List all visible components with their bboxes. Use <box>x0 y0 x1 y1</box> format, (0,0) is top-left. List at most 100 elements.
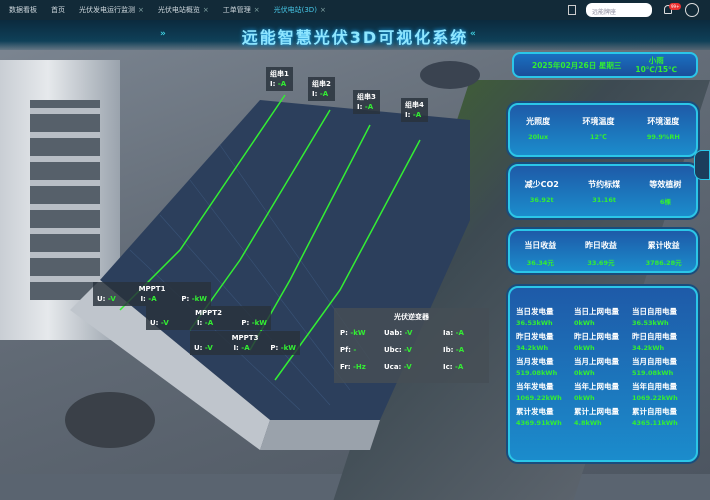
income-panel: 当日收益 36.34元 昨日收益 33.69元 累计收益 3786.28元 <box>508 229 698 273</box>
energy-stat: 当年上网电量 0kWh <box>574 381 632 402</box>
stat-value: 20lux <box>528 133 549 141</box>
energy-stat: 当日自用电量 36.53kWh <box>632 306 690 327</box>
string-tag-3[interactable]: 组串3 I: -A <box>353 90 380 114</box>
eco-stat: 减少CO2 36.92t <box>525 179 559 206</box>
mppt-tag-3[interactable]: MPPT3 U: -V I: -A P: -kW <box>190 331 300 355</box>
nav-data-board[interactable]: 数据看板 <box>9 5 37 15</box>
stat-label: 当日发电量 <box>516 307 554 316</box>
energy-stat: 当月发电量 519.08kWh <box>516 356 574 377</box>
income-stat: 昨日收益 33.69元 <box>585 240 617 267</box>
inverter-metric: Ic: -A <box>443 363 464 371</box>
stat-value: 0kWh <box>574 344 595 352</box>
nav-home[interactable]: 首页 <box>51 5 65 15</box>
stat-label: 光照度 <box>526 117 551 126</box>
notification-badge: 99+ <box>669 3 682 10</box>
stat-label: 昨日发电量 <box>516 332 554 341</box>
stat-value: 34.2kWh <box>632 344 665 352</box>
stat-label: 当月上网电量 <box>574 357 619 366</box>
env-stat: 光照度 20lux <box>526 116 550 141</box>
inverter-metric: Pf: - <box>340 346 357 354</box>
inverter-metric: Fr: -Hz <box>340 363 366 371</box>
stat-label: 当年上网电量 <box>574 382 619 391</box>
mppt-tag-1[interactable]: MPPT1 U: -V I: -A P: -kW <box>93 282 211 306</box>
energy-stat: 累计自用电量 4365.11kWh <box>632 406 690 427</box>
stat-value: 34.2kWh <box>516 344 549 352</box>
string-tag-2[interactable]: 组串2 I: -A <box>308 77 335 101</box>
stat-value: 36.53kWh <box>516 319 553 327</box>
energy-panel: 当日发电量 36.53kWh 当日上网电量 0kWh 当日自用电量 36.53kWh 昨日发… <box>508 286 698 462</box>
stat-label: 昨日上网电量 <box>574 332 619 341</box>
inverter-metric: Ubc: -V <box>384 346 412 354</box>
stat-value: 36.53kWh <box>632 319 669 327</box>
avatar[interactable] <box>685 3 699 17</box>
inverter-metric: Uca: -V <box>384 363 412 371</box>
close-icon[interactable]: × <box>138 6 144 14</box>
stat-label: 累计上网电量 <box>574 407 619 416</box>
stat-label: 当日收益 <box>524 241 557 250</box>
stat-label: 当月自用电量 <box>632 357 677 366</box>
stat-value: 31.16t <box>592 196 616 204</box>
string-tag-1[interactable]: 组串1 I: -A <box>266 67 293 91</box>
document-icon[interactable] <box>568 5 576 15</box>
stat-label: 当年发电量 <box>516 382 554 391</box>
stat-value: 3786.28元 <box>645 259 682 267</box>
stat-label: 减少CO2 <box>524 180 559 189</box>
stat-value: 4.8kWh <box>574 419 602 427</box>
inverter-row: P: -kW Uab: -V Ia: -A <box>340 328 483 338</box>
inverter-row: Pf: - Ubc: -V Ib: -A <box>340 345 483 355</box>
string-tag-4[interactable]: 组串4 I: -A <box>401 98 428 122</box>
energy-stat: 累计上网电量 4.8kWh <box>574 406 632 427</box>
eco-stat: 节约标煤 31.16t <box>588 179 620 206</box>
stat-value: 6棵 <box>659 198 671 206</box>
inverter-metric: P: -kW <box>340 329 366 337</box>
stat-label: 累计发电量 <box>516 407 554 416</box>
mppt-tag-2[interactable]: MPPT2 U: -V I: -A P: -kW <box>146 306 271 330</box>
tab-pv-monitor[interactable]: 光伏发电运行监测 × <box>79 5 144 15</box>
energy-stat: 昨日发电量 34.2kWh <box>516 331 574 352</box>
stat-value: 0kWh <box>574 369 595 377</box>
tab-work-orders[interactable]: 工单管理 × <box>223 5 260 15</box>
chevron-left-icon: « <box>470 29 476 39</box>
search-input[interactable]: 远能牌座 <box>586 3 652 17</box>
stat-value: 0kWh <box>574 319 595 327</box>
date-weather-box: 2025年02月26日 星期三 小雨 10℃/15℃ <box>512 52 698 78</box>
energy-stat: 昨日上网电量 0kWh <box>574 331 632 352</box>
eco-stat: 等效植树 6棵 <box>649 179 681 206</box>
energy-stat: 累计发电量 4369.91kWh <box>516 406 574 427</box>
close-icon[interactable]: × <box>254 6 260 14</box>
stat-label: 节约标煤 <box>588 180 621 189</box>
stat-value: 4365.11kWh <box>632 419 678 427</box>
inverter-metric: Uab: -V <box>384 329 413 337</box>
tab-pv-3d[interactable]: 光伏电站(3D) × <box>274 5 326 15</box>
energy-stat: 当年发电量 1069.22kWh <box>516 381 574 402</box>
eco-panel: 减少CO2 36.92t 节约标煤 31.16t 等效植树 6棵 <box>508 164 698 218</box>
stat-label: 累计收益 <box>647 241 680 250</box>
stat-value: 4369.91kWh <box>516 419 562 427</box>
stat-label: 当月发电量 <box>516 357 554 366</box>
weather: 小雨 10℃/15℃ <box>635 56 678 74</box>
inverter-row: Fr: -Hz Uca: -V Ic: -A <box>340 362 483 372</box>
stat-value: 519.08kWh <box>516 369 558 377</box>
env-stat: 环境湿度 99.9%RH <box>647 116 680 141</box>
env-panel: 光照度 20lux 环境温度 12℃ 环境湿度 99.9%RH <box>508 103 698 157</box>
page-title: 远能智慧光伏3D可视化系统 <box>241 28 469 47</box>
grid-menu-icon[interactable] <box>694 150 710 180</box>
inverter-metric: Ib: -A <box>443 346 465 354</box>
stat-label: 昨日自用电量 <box>632 332 677 341</box>
stat-label: 昨日收益 <box>584 241 617 250</box>
stat-value: 12℃ <box>590 133 607 141</box>
close-icon[interactable]: × <box>203 6 209 14</box>
close-icon[interactable]: × <box>320 6 326 14</box>
inverter-panel[interactable]: 光伏逆变器 P: -kW Uab: -V Ia: -A Pf: - Ubc: -V Ib:… <box>334 308 489 383</box>
stat-label: 环境温度 <box>582 117 615 126</box>
energy-stat: 当年自用电量 1069.22kWh <box>632 381 690 402</box>
date-text: 2025年02月26日 星期三 <box>532 60 622 70</box>
stat-value: 1069.22kWh <box>632 394 678 402</box>
income-stat: 当日收益 36.34元 <box>524 240 556 267</box>
stat-label: 等效植树 <box>649 180 682 189</box>
energy-stat: 当月上网电量 0kWh <box>574 356 632 377</box>
energy-stat: 当月自用电量 519.08kWh <box>632 356 690 377</box>
stat-label: 当日上网电量 <box>574 307 619 316</box>
stat-value: 36.92t <box>529 196 554 204</box>
tab-pv-overview[interactable]: 光伏电站概览 × <box>158 5 209 15</box>
